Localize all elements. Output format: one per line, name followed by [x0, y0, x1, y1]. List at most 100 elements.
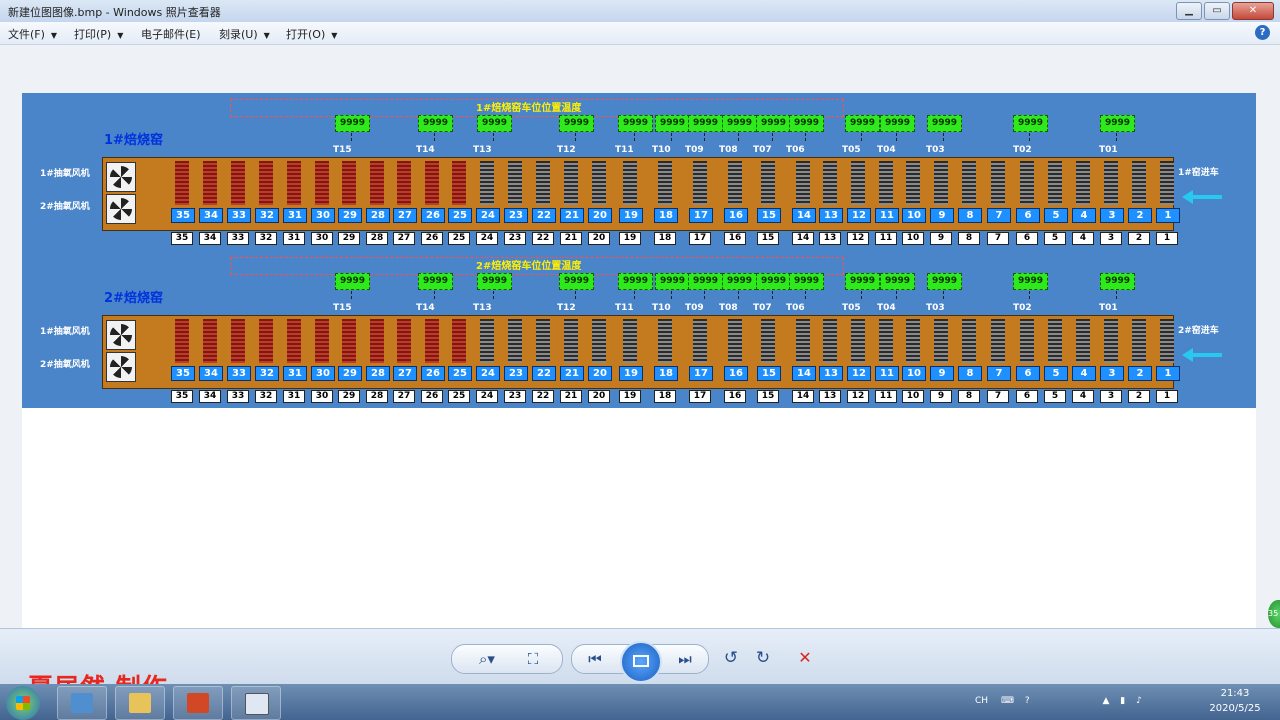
kiln-car[interactable] [564, 161, 578, 205]
car-position-tag[interactable]: 2 [1128, 208, 1152, 223]
kiln-car[interactable] [592, 161, 606, 205]
kiln-car[interactable] [906, 161, 920, 205]
car-position-tag[interactable]: 18 [654, 366, 678, 381]
network-icon[interactable]: ▮ [1120, 696, 1125, 706]
car-position-tag[interactable]: 12 [847, 208, 871, 223]
kiln-car[interactable] [728, 161, 742, 205]
kiln-car[interactable] [231, 319, 245, 363]
kiln-car[interactable] [536, 161, 550, 205]
kiln-car[interactable] [203, 319, 217, 363]
car-position-tag[interactable]: 31 [283, 208, 307, 223]
car-position-tag[interactable]: 18 [654, 208, 678, 223]
menu-file[interactable]: 文件(F) ▼ [8, 26, 57, 42]
kiln-car[interactable] [1048, 161, 1062, 205]
car-position-tag[interactable]: 24 [476, 366, 500, 381]
car-position-tag[interactable]: 9 [930, 208, 954, 223]
car-position-tag[interactable]: 1 [1156, 208, 1180, 223]
menu-open[interactable]: 打开(O) ▼ [286, 26, 337, 42]
menu-email[interactable]: 电子邮件(E) [141, 26, 201, 42]
kiln-car[interactable] [693, 319, 707, 363]
kiln-car[interactable] [879, 319, 893, 363]
kiln-car[interactable] [203, 161, 217, 205]
kiln-car[interactable] [991, 161, 1005, 205]
kiln-car[interactable] [962, 161, 976, 205]
car-position-tag[interactable]: 19 [619, 208, 643, 223]
kiln-car[interactable] [259, 319, 273, 363]
car-position-tag[interactable]: 30 [311, 366, 335, 381]
kiln-car[interactable] [879, 161, 893, 205]
car-position-tag[interactable]: 5 [1044, 208, 1068, 223]
car-position-tag[interactable]: 23 [504, 366, 528, 381]
kiln-car[interactable] [1076, 319, 1090, 363]
car-position-tag[interactable]: 19 [619, 366, 643, 381]
taskbar-app-folder[interactable] [115, 686, 165, 720]
car-position-tag[interactable]: 17 [689, 366, 713, 381]
maximize-button[interactable]: ▭ [1204, 2, 1230, 20]
kiln-car[interactable] [315, 319, 329, 363]
car-position-tag[interactable]: 34 [199, 208, 223, 223]
kiln-car[interactable] [480, 161, 494, 205]
car-position-tag[interactable]: 5 [1044, 366, 1068, 381]
kiln-car[interactable] [906, 319, 920, 363]
car-position-tag[interactable]: 13 [819, 208, 843, 223]
kiln-car[interactable] [370, 319, 384, 363]
fan-icon[interactable] [106, 352, 136, 382]
kiln-car[interactable] [934, 319, 948, 363]
car-position-tag[interactable]: 26 [421, 208, 445, 223]
help-icon[interactable]: ? [1025, 696, 1030, 706]
car-position-tag[interactable]: 29 [338, 208, 362, 223]
kiln-car[interactable] [397, 319, 411, 363]
kiln-car[interactable] [623, 161, 637, 205]
car-position-tag[interactable]: 11 [875, 208, 899, 223]
car-position-tag[interactable]: 20 [588, 366, 612, 381]
kiln-car[interactable] [1048, 319, 1062, 363]
car-position-tag[interactable]: 10 [902, 208, 926, 223]
car-position-tag[interactable]: 2 [1128, 366, 1152, 381]
car-position-tag[interactable]: 7 [987, 208, 1011, 223]
delete-icon[interactable]: ✕ [794, 644, 816, 672]
car-position-tag[interactable]: 34 [199, 366, 223, 381]
kiln-car[interactable] [1076, 161, 1090, 205]
car-position-tag[interactable]: 6 [1016, 366, 1040, 381]
car-position-tag[interactable]: 13 [819, 366, 843, 381]
car-position-tag[interactable]: 25 [448, 208, 472, 223]
clock[interactable]: 21:43 2020/5/25 [1200, 686, 1270, 716]
fan-icon[interactable] [106, 194, 136, 224]
kiln-car[interactable] [796, 161, 810, 205]
car-position-tag[interactable]: 25 [448, 366, 472, 381]
kiln-car[interactable] [728, 319, 742, 363]
car-position-tag[interactable]: 32 [255, 366, 279, 381]
car-position-tag[interactable]: 27 [393, 366, 417, 381]
car-position-tag[interactable]: 4 [1072, 366, 1096, 381]
car-position-tag[interactable]: 20 [588, 208, 612, 223]
car-position-tag[interactable]: 28 [366, 366, 390, 381]
kiln-car[interactable] [175, 161, 189, 205]
car-position-tag[interactable]: 15 [757, 208, 781, 223]
car-position-tag[interactable]: 1 [1156, 366, 1180, 381]
car-position-tag[interactable]: 3 [1100, 366, 1124, 381]
car-position-tag[interactable]: 16 [724, 366, 748, 381]
kiln-car[interactable] [536, 319, 550, 363]
kiln-car[interactable] [823, 161, 837, 205]
kiln-car[interactable] [623, 319, 637, 363]
start-button[interactable] [6, 686, 40, 720]
car-position-tag[interactable]: 27 [393, 208, 417, 223]
kiln-car[interactable] [1160, 319, 1174, 363]
kiln-car[interactable] [425, 319, 439, 363]
kiln-car[interactable] [1104, 161, 1118, 205]
car-position-tag[interactable]: 22 [532, 366, 556, 381]
taskbar-app-explorer[interactable] [57, 686, 107, 720]
taskbar-app-powerpoint[interactable] [173, 686, 223, 720]
car-position-tag[interactable]: 24 [476, 208, 500, 223]
car-position-tag[interactable]: 4 [1072, 208, 1096, 223]
car-position-tag[interactable]: 32 [255, 208, 279, 223]
kiln-car[interactable] [658, 319, 672, 363]
fit-window-icon[interactable]: ⛶ [522, 645, 544, 673]
kiln-car[interactable] [175, 319, 189, 363]
kiln-car[interactable] [231, 161, 245, 205]
kiln-car[interactable] [823, 319, 837, 363]
kiln-car[interactable] [761, 161, 775, 205]
car-position-tag[interactable]: 16 [724, 208, 748, 223]
car-position-tag[interactable]: 21 [560, 208, 584, 223]
car-position-tag[interactable]: 12 [847, 366, 871, 381]
